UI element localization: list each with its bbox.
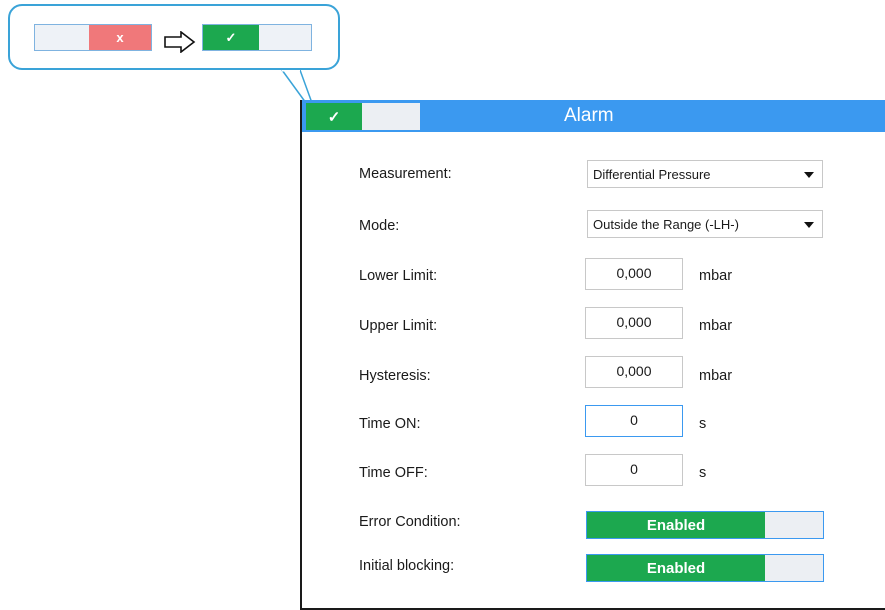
title-bar: ✓ Alarm — [302, 100, 885, 132]
lower-limit-label: Lower Limit: — [359, 268, 438, 284]
mode-select[interactable]: Outside the Range (-LH-) — [587, 210, 823, 238]
alarm-dialog: ✓ Alarm Measurement: Differential Pressu… — [300, 100, 885, 610]
initial-blocking-label: Initial blocking: — [359, 558, 455, 574]
chevron-down-icon — [804, 172, 814, 178]
upper-limit-input[interactable]: 0,000 — [585, 307, 683, 339]
dialog-title: Alarm — [564, 105, 614, 126]
hysteresis-unit: mbar — [699, 368, 733, 384]
hysteresis-label: Hysteresis: — [359, 368, 431, 384]
mode-value: Outside the Range (-LH-) — [593, 217, 739, 232]
off-mark: x — [89, 25, 151, 50]
toggle-after: ✓ — [202, 24, 312, 51]
error-condition-state: Enabled — [587, 512, 765, 538]
hysteresis-input[interactable]: 0,000 — [585, 356, 683, 388]
upper-limit-label: Upper Limit: — [359, 318, 438, 334]
time-on-unit: s — [699, 416, 707, 432]
check-mark: ✓ — [203, 25, 259, 50]
measurement-select[interactable]: Differential Pressure — [587, 160, 823, 188]
error-condition-toggle[interactable]: Enabled — [586, 511, 824, 539]
upper-limit-unit: mbar — [699, 318, 733, 334]
time-off-label: Time OFF: — [359, 465, 428, 481]
lower-limit-input[interactable]: 0,000 — [585, 258, 683, 290]
check-icon: ✓ — [306, 103, 362, 130]
initial-blocking-toggle[interactable]: Enabled — [586, 554, 824, 582]
time-off-unit: s — [699, 465, 707, 481]
toggle-before: x — [34, 24, 152, 51]
error-condition-label: Error Condition: — [359, 514, 461, 530]
right-arrow-icon — [164, 31, 196, 53]
chevron-down-icon — [804, 222, 814, 228]
toggle-explanation-callout: x ✓ — [8, 4, 340, 70]
time-on-label: Time ON: — [359, 416, 421, 432]
measurement-label: Measurement: — [359, 166, 452, 182]
alarm-enable-toggle[interactable]: ✓ — [306, 103, 420, 130]
time-off-input[interactable]: 0 — [585, 454, 683, 486]
measurement-value: Differential Pressure — [593, 167, 711, 182]
initial-blocking-state: Enabled — [587, 555, 765, 581]
mode-label: Mode: — [359, 218, 400, 234]
lower-limit-unit: mbar — [699, 268, 733, 284]
time-on-input[interactable]: 0 — [585, 405, 683, 437]
